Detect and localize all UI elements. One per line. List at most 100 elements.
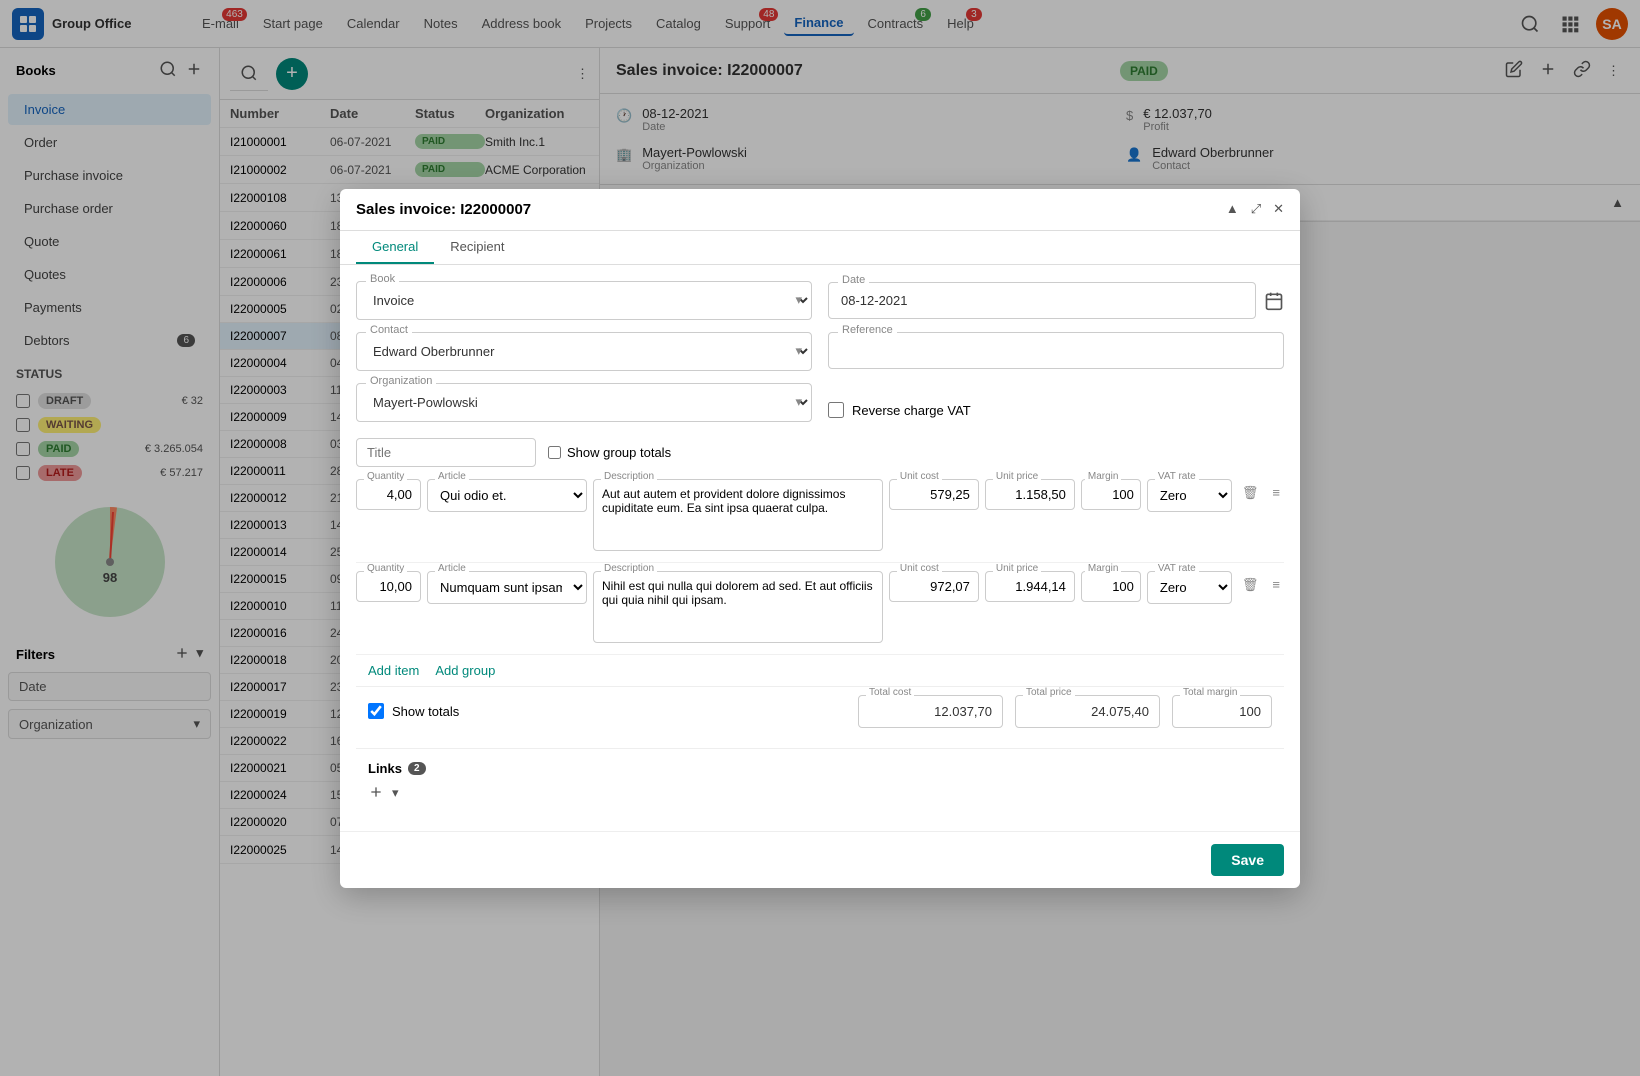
org-label: Organization — [366, 375, 436, 387]
links-arrow-btn[interactable]: ▾ — [392, 785, 399, 801]
modal-footer: Save — [340, 831, 1300, 888]
item2-unit-price[interactable] — [985, 571, 1075, 602]
total-price-label: Total price — [1023, 687, 1075, 698]
save-button[interactable]: Save — [1211, 844, 1284, 876]
contact-select[interactable]: Edward Oberbrunner — [356, 332, 812, 371]
item2-margin-wrap: Margin — [1081, 571, 1141, 602]
uprice1-label: Unit price — [993, 471, 1041, 482]
item1-description[interactable] — [593, 479, 883, 551]
total-margin-field: Total margin — [1172, 695, 1272, 728]
item1-delete-icon[interactable]: 🗑 — [1238, 481, 1263, 505]
desc2-label: Description — [601, 563, 657, 574]
modal-close-icon[interactable]: ✕ — [1273, 201, 1284, 217]
totals-section: Show totals Total cost Total price Total — [356, 686, 1284, 736]
form-row-org-vat: Organization Mayert-Powlowski ▾ Reverse … — [356, 383, 1284, 422]
item2-description[interactable] — [593, 571, 883, 643]
links-title: Links — [368, 761, 402, 776]
calendar-icon[interactable] — [1264, 291, 1284, 314]
item2-article[interactable]: Numquam sunt ipsam. — [427, 571, 587, 604]
item2-article-wrap: Article Numquam sunt ipsam. — [427, 571, 587, 604]
item1-uprice-wrap: Unit price — [985, 479, 1075, 510]
modal-header-icons: ▲ ⤢ ✕ — [1226, 201, 1284, 217]
item1-margin[interactable] — [1081, 479, 1141, 510]
show-group-totals-row: Show group totals — [548, 445, 671, 460]
links-add-row: ▾ — [368, 784, 1272, 803]
item2-quantity[interactable] — [356, 571, 421, 602]
item1-drag-icon[interactable]: ≡ — [1268, 481, 1284, 504]
item2-uprice-wrap: Unit price — [985, 571, 1075, 602]
reference-label: Reference — [838, 324, 897, 336]
reverse-vat-checkbox[interactable] — [828, 402, 844, 418]
item1-unit-cost[interactable] — [889, 479, 979, 510]
item1-vat-rate[interactable]: Zero — [1147, 479, 1232, 512]
item2-desc-wrap: Description — [593, 571, 883, 646]
total-cost-input[interactable] — [858, 695, 1003, 728]
modal-title: Sales invoice: I22000007 — [356, 201, 531, 218]
contact-label: Contact — [366, 324, 412, 336]
tab-general[interactable]: General — [356, 231, 434, 264]
item2-vat-rate[interactable]: Zero — [1147, 571, 1232, 604]
item1-article-wrap: Article Qui odio et. — [427, 479, 587, 512]
show-group-totals-label: Show group totals — [567, 445, 671, 460]
show-group-totals-checkbox[interactable] — [548, 446, 561, 459]
item-row-2: Quantity Article Numquam sunt ipsam. Des… — [356, 563, 1284, 655]
org-field: Organization Mayert-Powlowski ▾ — [356, 383, 812, 422]
item1-unit-price[interactable] — [985, 479, 1075, 510]
tab-recipient[interactable]: Recipient — [434, 231, 520, 264]
reverse-vat-row: Reverse charge VAT — [828, 383, 1284, 422]
book-label: Book — [366, 273, 399, 285]
item-row-1: Quantity Article Qui odio et. Descriptio… — [356, 471, 1284, 563]
modal-overlay: Sales invoice: I22000007 ▲ ⤢ ✕ General R… — [0, 0, 1640, 1076]
add-group-btn[interactable]: Add group — [435, 663, 495, 678]
reference-input[interactable] — [828, 332, 1284, 369]
item2-vat-wrap: VAT rate Zero — [1147, 571, 1232, 604]
total-cost-field: Total cost — [858, 695, 1003, 728]
links-header: Links 2 — [368, 761, 1272, 776]
contact-field: Contact Edward Oberbrunner ▾ — [356, 332, 812, 371]
vat1-label: VAT rate — [1155, 471, 1199, 482]
item1-desc-wrap: Description — [593, 479, 883, 554]
total-price-field: Total price — [1015, 695, 1160, 728]
links-add-btn[interactable] — [368, 784, 384, 803]
date-input[interactable] — [828, 282, 1256, 319]
art1-label: Article — [435, 471, 469, 482]
item1-article[interactable]: Qui odio et. — [427, 479, 587, 512]
item1-title-input[interactable] — [356, 438, 536, 467]
total-margin-input[interactable] — [1172, 695, 1272, 728]
modal-expand-icon[interactable]: ⤢ — [1251, 201, 1261, 217]
qty1-label: Quantity — [364, 471, 407, 482]
item2-margin[interactable] — [1081, 571, 1141, 602]
item2-drag-icon[interactable]: ≡ — [1268, 573, 1284, 596]
date-label: Date — [838, 274, 869, 286]
book-select[interactable]: Invoice — [356, 281, 812, 320]
item2-delete-icon[interactable]: 🗑 — [1238, 573, 1263, 597]
modal-tabs: General Recipient — [340, 231, 1300, 265]
item2-unit-cost[interactable] — [889, 571, 979, 602]
item1-title-row: Show group totals — [356, 434, 1284, 471]
item2-ucost-wrap: Unit cost — [889, 571, 979, 602]
modal-items: Show group totals Quantity Article Qui o… — [356, 434, 1284, 736]
show-totals-checkbox[interactable] — [368, 703, 384, 719]
ucost2-label: Unit cost — [897, 563, 942, 574]
modal-collapse-icon[interactable]: ▲ — [1226, 201, 1239, 217]
total-margin-label: Total margin — [1180, 687, 1240, 698]
item1-quantity[interactable] — [356, 479, 421, 510]
date-field: Date — [828, 281, 1284, 320]
add-item-btn[interactable]: Add item — [368, 663, 419, 678]
modal-header: Sales invoice: I22000007 ▲ ⤢ ✕ — [340, 189, 1300, 231]
item1-vat-wrap: VAT rate Zero — [1147, 479, 1232, 512]
show-totals-label: Show totals — [392, 704, 459, 719]
vat2-label: VAT rate — [1155, 563, 1199, 574]
uprice2-label: Unit price — [993, 563, 1041, 574]
org-select[interactable]: Mayert-Powlowski — [356, 383, 812, 422]
qty2-label: Quantity — [364, 563, 407, 574]
totals-fields: Total cost Total price Total margin — [858, 695, 1272, 728]
art2-label: Article — [435, 563, 469, 574]
margin1-label: Margin — [1085, 471, 1122, 482]
book-field: Book Invoice ▾ — [356, 281, 812, 320]
item2-qty-wrap: Quantity — [356, 571, 421, 602]
add-links: Add item Add group — [356, 655, 1284, 686]
item1-margin-wrap: Margin — [1081, 479, 1141, 510]
total-price-input[interactable] — [1015, 695, 1160, 728]
ucost1-label: Unit cost — [897, 471, 942, 482]
